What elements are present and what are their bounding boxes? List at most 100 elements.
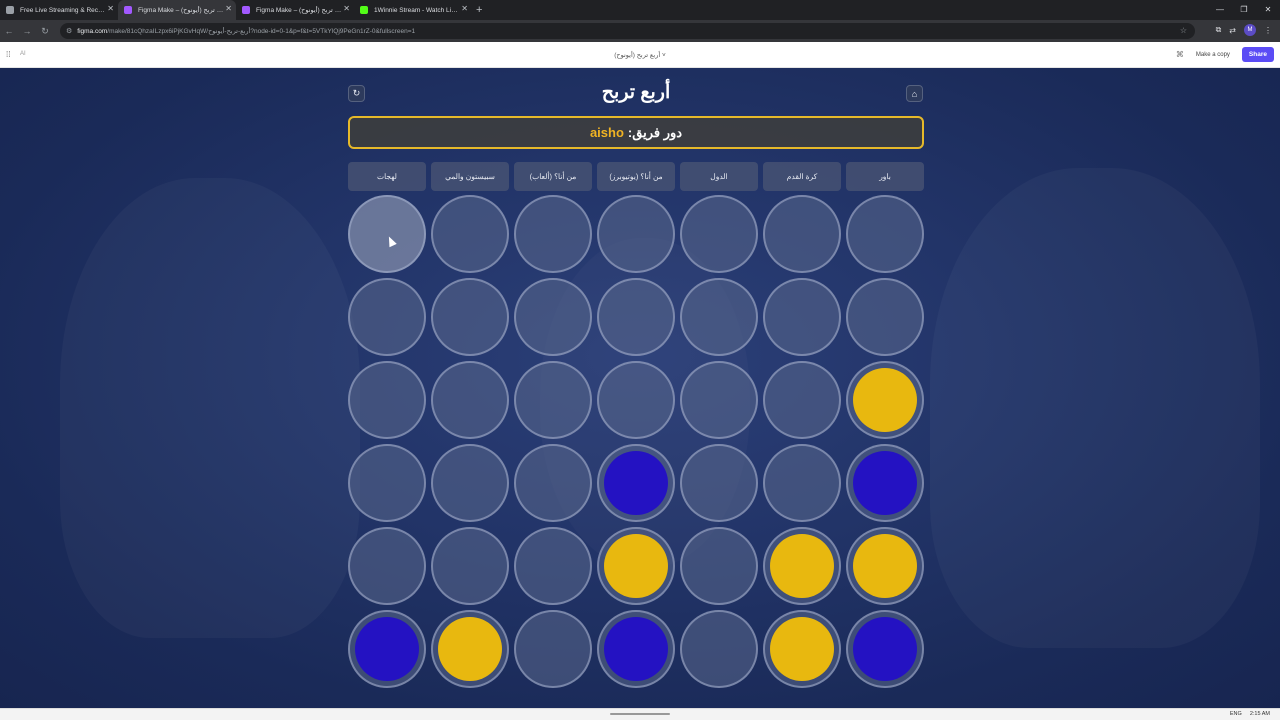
reload-icon[interactable]: ↻ bbox=[36, 26, 54, 37]
board-cell[interactable] bbox=[348, 444, 426, 522]
board-cell[interactable] bbox=[514, 361, 592, 439]
board-cell[interactable] bbox=[846, 195, 924, 273]
board-cell[interactable] bbox=[763, 527, 841, 605]
figma-header: ⁞⁞ AI أربع تربح (أيونوح) ˅ ⌘ Make a copy… bbox=[0, 42, 1280, 68]
board-cell[interactable] bbox=[348, 527, 426, 605]
tab-favicon-icon bbox=[124, 6, 132, 14]
blue-disc bbox=[604, 451, 668, 515]
board-cell[interactable] bbox=[846, 278, 924, 356]
board-cell[interactable] bbox=[514, 195, 592, 273]
browser-tab[interactable]: Figma Make – أربع تربح (أيونوح) ✕ bbox=[236, 0, 354, 20]
tab-favicon-icon bbox=[242, 6, 250, 14]
home-button[interactable]: ⌂ bbox=[906, 85, 923, 102]
close-window-icon[interactable]: ✕ bbox=[1256, 0, 1280, 20]
blue-disc bbox=[355, 617, 419, 681]
category-button[interactable]: من أنا؟ (يوتيوبرز) bbox=[597, 162, 675, 191]
extensions-icon[interactable]: ⧉ bbox=[1216, 25, 1222, 35]
board-cell[interactable] bbox=[680, 610, 758, 688]
bookmark-star-icon[interactable]: ☆ bbox=[1180, 26, 1187, 35]
board-cell[interactable] bbox=[846, 527, 924, 605]
category-button[interactable]: سبيستون والمي bbox=[431, 162, 509, 191]
tab-close-icon[interactable]: ✕ bbox=[461, 4, 468, 13]
system-tray: ENG 2:15 AM bbox=[1230, 711, 1270, 717]
restore-icon[interactable]: ❐ bbox=[1232, 0, 1256, 20]
browser-tab[interactable]: Free Live Streaming & Recording✕ bbox=[0, 0, 118, 20]
board-cell[interactable] bbox=[514, 527, 592, 605]
share-button[interactable]: Share bbox=[1241, 47, 1274, 62]
game-title: أربع تربح bbox=[601, 82, 671, 103]
board-cell[interactable] bbox=[514, 444, 592, 522]
tab-favicon-icon bbox=[6, 6, 14, 14]
board-cell[interactable] bbox=[597, 610, 675, 688]
category-button[interactable]: الدول bbox=[680, 162, 758, 191]
tab-close-icon[interactable]: ✕ bbox=[225, 4, 232, 13]
back-icon[interactable]: ← bbox=[0, 26, 18, 36]
address-bar[interactable]: ⚙ figma.com /make/81cQhzaILzpx6iPjKGvHqW… bbox=[60, 23, 1195, 39]
cast-icon[interactable]: ⇄ bbox=[1229, 26, 1236, 35]
board-cell[interactable] bbox=[348, 610, 426, 688]
board-cell[interactable] bbox=[680, 195, 758, 273]
tab-title: Figma Make – أربع تربح (أيونوح) bbox=[138, 7, 224, 14]
make-copy-button[interactable]: Make a copy bbox=[1192, 49, 1234, 61]
board-cell[interactable] bbox=[348, 278, 426, 356]
yellow-disc bbox=[853, 368, 917, 432]
board-cell[interactable] bbox=[597, 361, 675, 439]
board-cell[interactable] bbox=[763, 278, 841, 356]
document-title-text: أربع تربح (أيونوح) bbox=[614, 52, 661, 59]
board-cell[interactable] bbox=[763, 610, 841, 688]
board-cell[interactable] bbox=[763, 444, 841, 522]
board-cell[interactable] bbox=[597, 278, 675, 356]
menu-kebab-icon[interactable]: ⋮ bbox=[1264, 26, 1272, 35]
tab-title: Free Live Streaming & Recording bbox=[20, 6, 106, 14]
code-view-icon[interactable]: ⌘ bbox=[1176, 50, 1184, 59]
os-taskbar: ENG 2:15 AM bbox=[0, 708, 1280, 720]
category-button[interactable]: لهجات bbox=[348, 162, 426, 191]
board-cell[interactable] bbox=[431, 361, 509, 439]
board-cell[interactable] bbox=[514, 610, 592, 688]
yellow-disc bbox=[438, 617, 502, 681]
browser-tab-bar: Free Live Streaming & Recording✕Figma Ma… bbox=[0, 0, 1280, 20]
board-cell[interactable] bbox=[431, 195, 509, 273]
profile-avatar[interactable]: M bbox=[1244, 24, 1256, 36]
site-info-icon[interactable]: ⚙ bbox=[66, 27, 72, 35]
board-cell[interactable] bbox=[348, 361, 426, 439]
forward-icon[interactable]: → bbox=[18, 26, 36, 36]
url-host: figma.com bbox=[77, 27, 108, 35]
board-cell[interactable] bbox=[763, 195, 841, 273]
board-cell[interactable] bbox=[597, 444, 675, 522]
category-row: باور كرة القدم الدول من أنا؟ (يوتيوبرز) من أ… bbox=[348, 162, 924, 191]
home-icon: ⌂ bbox=[911, 88, 918, 99]
board-cell[interactable] bbox=[680, 527, 758, 605]
new-tab-button[interactable]: + bbox=[476, 4, 482, 16]
category-button[interactable]: باور bbox=[846, 162, 924, 191]
board-cell[interactable] bbox=[846, 610, 924, 688]
board-cell[interactable] bbox=[514, 278, 592, 356]
board-cell[interactable] bbox=[431, 444, 509, 522]
tab-close-icon[interactable]: ✕ bbox=[343, 4, 350, 13]
category-button[interactable]: كرة القدم bbox=[763, 162, 841, 191]
board-cell[interactable] bbox=[597, 527, 675, 605]
board-cell[interactable] bbox=[348, 195, 426, 273]
clock[interactable]: 2:15 AM bbox=[1250, 711, 1270, 717]
document-title[interactable]: أربع تربح (أيونوح) ˅ bbox=[0, 51, 1280, 59]
board-cell[interactable] bbox=[431, 527, 509, 605]
board-cell[interactable] bbox=[680, 278, 758, 356]
language-indicator[interactable]: ENG bbox=[1230, 711, 1242, 717]
tab-favicon-icon bbox=[360, 6, 368, 14]
board-cell[interactable] bbox=[431, 278, 509, 356]
tab-close-icon[interactable]: ✕ bbox=[107, 4, 114, 13]
board-cell[interactable] bbox=[680, 361, 758, 439]
taskbar-handle bbox=[610, 713, 670, 715]
board-cell[interactable] bbox=[846, 361, 924, 439]
board-cell[interactable] bbox=[431, 610, 509, 688]
board-cell[interactable] bbox=[680, 444, 758, 522]
url-path: /make/81cQhzaILzpx6iPjKGvHqW/أربع-تربح-أ… bbox=[107, 28, 416, 35]
board-cell[interactable] bbox=[763, 361, 841, 439]
category-button[interactable]: من أنا؟ (ألعاب) bbox=[514, 162, 592, 191]
browser-tab[interactable]: 1Winnie Stream - Watch Live on Kick✕ bbox=[354, 0, 472, 20]
board-cell[interactable] bbox=[597, 195, 675, 273]
board-cell[interactable] bbox=[846, 444, 924, 522]
minimize-icon[interactable]: — bbox=[1208, 0, 1232, 20]
browser-tab[interactable]: Figma Make – أربع تربح (أيونوح) ✕ bbox=[118, 0, 236, 20]
chevron-down-icon: ˅ bbox=[661, 52, 666, 59]
